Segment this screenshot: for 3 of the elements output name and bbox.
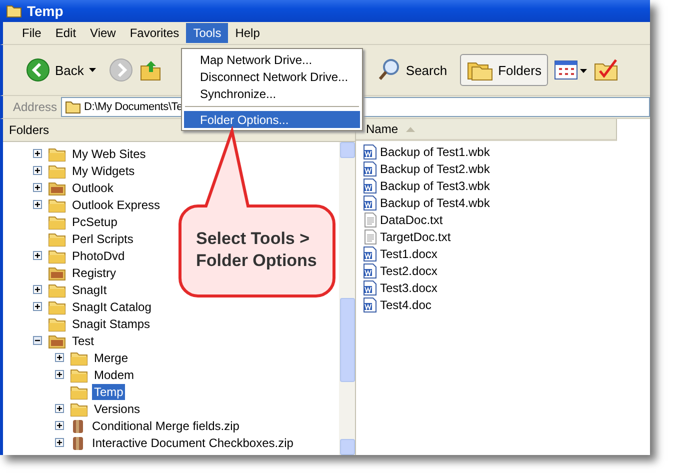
address-label: Address xyxy=(13,100,58,114)
pane-title: Folders xyxy=(9,123,50,137)
window-title: Temp xyxy=(27,3,64,19)
